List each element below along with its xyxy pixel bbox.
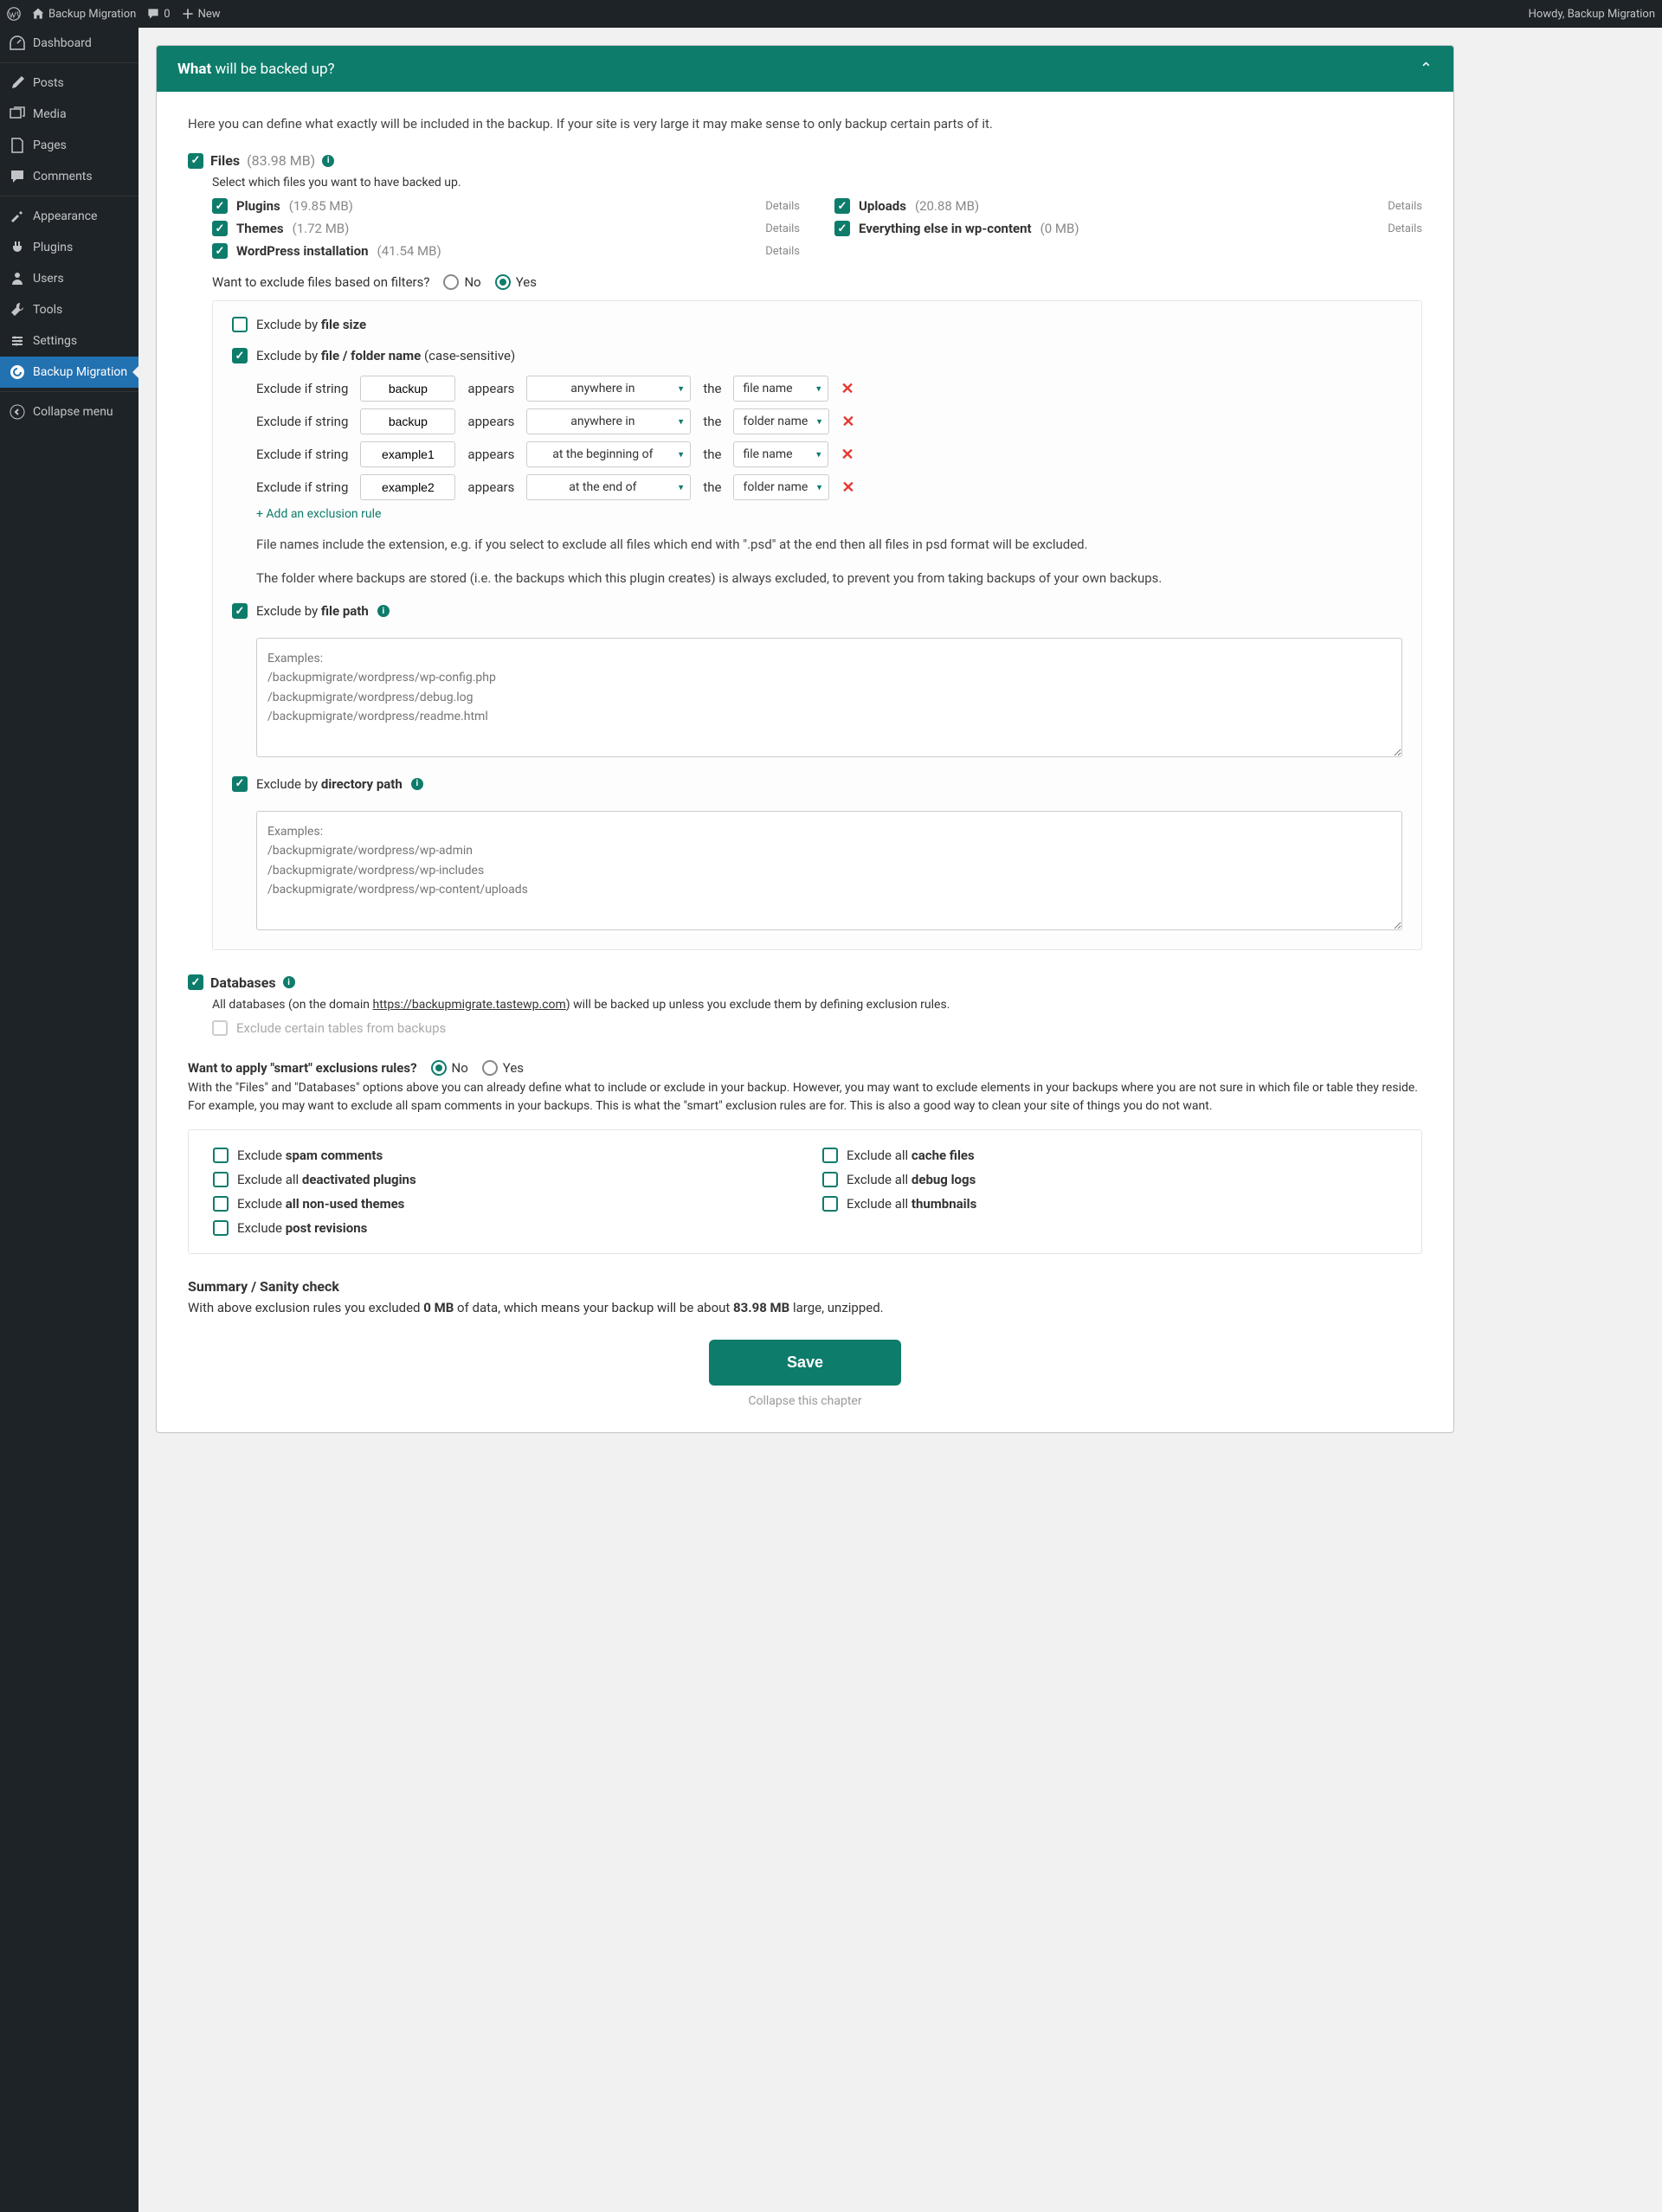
dirpath-textarea[interactable]: [256, 811, 1402, 930]
filters-yes-radio[interactable]: Yes: [495, 274, 537, 290]
smart-deact-checkbox[interactable]: [213, 1172, 229, 1187]
smart-debug-checkbox[interactable]: [822, 1172, 838, 1187]
plugins-details[interactable]: Details: [765, 200, 800, 213]
sidebar-item-dashboard[interactable]: Dashboard: [0, 28, 138, 59]
exclude-name-checkbox[interactable]: [232, 348, 248, 363]
add-rule-link[interactable]: + Add an exclusion rule: [256, 507, 381, 521]
files-checkbox[interactable]: [188, 153, 203, 169]
chevron-up-icon[interactable]: ⌃: [1420, 60, 1433, 78]
rule-target-select[interactable]: folder name: [733, 474, 829, 500]
admin-bar: Backup Migration 0 New Howdy, Backup Mig…: [0, 0, 1662, 28]
exclude-tables-checkbox[interactable]: [212, 1020, 228, 1036]
uploads-details[interactable]: Details: [1388, 200, 1422, 213]
domain-link[interactable]: https://backupmigrate.tastewp.com: [373, 998, 566, 1012]
sidebar-item-pages[interactable]: Pages: [0, 130, 138, 161]
exclude-size-checkbox[interactable]: [232, 317, 248, 332]
sidebar-item-backup-migration[interactable]: Backup Migration: [0, 357, 138, 388]
exclusion-rule: Exclude if string appears anywhere in th…: [256, 408, 1402, 434]
rule-position-select[interactable]: at the beginning of: [526, 441, 691, 467]
remove-rule-icon[interactable]: ✕: [841, 446, 854, 464]
site-name: Backup Migration: [48, 8, 136, 21]
wpinstall-details[interactable]: Details: [765, 245, 800, 258]
files-section: Files (83.98 MB) i: [188, 152, 1422, 169]
sidebar-item-comments[interactable]: Comments: [0, 161, 138, 192]
note-2: The folder where backups are stored (i.e…: [256, 569, 1402, 588]
new-label: New: [198, 8, 221, 21]
exclusion-rule: Exclude if string appears at the beginni…: [256, 441, 1402, 467]
rule-position-select[interactable]: at the end of: [526, 474, 691, 500]
smart-thumb-checkbox[interactable]: [822, 1196, 838, 1212]
main-content: What will be backed up? ⌃ Here you can d…: [138, 28, 1662, 1450]
rule-value-input[interactable]: [360, 376, 455, 402]
filter-question: Want to exclude files based on filters?: [212, 274, 429, 290]
smart-yes-radio[interactable]: Yes: [482, 1060, 524, 1076]
exclusion-rule: Exclude if string appears anywhere in th…: [256, 376, 1402, 402]
info-icon[interactable]: i: [322, 155, 334, 167]
exclusion-rule: Exclude if string appears at the end of …: [256, 474, 1402, 500]
rule-target-select[interactable]: file name: [733, 376, 828, 402]
rule-value-input[interactable]: [360, 474, 455, 500]
sidebar-item-users[interactable]: Users: [0, 263, 138, 294]
admin-sidebar: Dashboard Posts Media Pages Comments App…: [0, 28, 138, 2212]
exclude-dirpath-checkbox[interactable]: [232, 776, 248, 792]
smart-no-radio[interactable]: No: [431, 1060, 468, 1076]
rule-target-select[interactable]: file name: [733, 441, 828, 467]
sidebar-item-settings[interactable]: Settings: [0, 325, 138, 357]
sidebar-item-tools[interactable]: Tools: [0, 294, 138, 325]
save-button[interactable]: Save: [709, 1340, 901, 1386]
filters-no-radio[interactable]: No: [443, 274, 480, 290]
site-name-link[interactable]: Backup Migration: [31, 7, 136, 21]
uploads-checkbox[interactable]: [834, 198, 850, 214]
smart-grid: Exclude spam comments Exclude all cache …: [188, 1129, 1422, 1254]
databases-checkbox[interactable]: [188, 974, 203, 990]
summary-section: Summary / Sanity check With above exclus…: [188, 1278, 1422, 1315]
databases-section: Databases i: [188, 974, 1422, 991]
sidebar-item-media[interactable]: Media: [0, 99, 138, 130]
rule-position-select[interactable]: anywhere in: [526, 408, 691, 434]
databases-helper: All databases (on the domain https://bac…: [212, 998, 1422, 1012]
rule-value-input[interactable]: [360, 441, 455, 467]
wpinstall-checkbox[interactable]: [212, 243, 228, 259]
remove-rule-icon[interactable]: ✕: [841, 413, 854, 431]
smart-spam-checkbox[interactable]: [213, 1148, 229, 1163]
wp-logo[interactable]: [7, 7, 21, 21]
note-1: File names include the extension, e.g. i…: [256, 535, 1402, 555]
sidebar-item-appearance[interactable]: Appearance: [0, 201, 138, 232]
themes-checkbox[interactable]: [212, 221, 228, 236]
exclude-filepath-checkbox[interactable]: [232, 603, 248, 619]
themes-details[interactable]: Details: [765, 222, 800, 235]
sidebar-collapse[interactable]: Collapse menu: [0, 396, 138, 428]
remove-rule-icon[interactable]: ✕: [841, 380, 854, 398]
smart-explain: With the "Files" and "Databases" options…: [188, 1079, 1422, 1116]
comments-link[interactable]: 0: [146, 7, 170, 21]
smart-rev-checkbox[interactable]: [213, 1220, 229, 1236]
howdy-text: Howdy, Backup Migration: [1529, 8, 1655, 21]
filepath-textarea[interactable]: [256, 638, 1402, 757]
everything-details[interactable]: Details: [1388, 222, 1422, 235]
rule-value-input[interactable]: [360, 408, 455, 434]
backup-settings-panel: What will be backed up? ⌃ Here you can d…: [156, 45, 1454, 1433]
howdy-link[interactable]: Howdy, Backup Migration: [1529, 8, 1655, 21]
sidebar-item-plugins[interactable]: Plugins: [0, 232, 138, 263]
rule-target-select[interactable]: folder name: [733, 408, 829, 434]
rule-position-select[interactable]: anywhere in: [526, 376, 691, 402]
everything-checkbox[interactable]: [834, 221, 850, 236]
intro-text: Here you can define what exactly will be…: [188, 116, 1422, 132]
sidebar-item-posts[interactable]: Posts: [0, 68, 138, 99]
remove-rule-icon[interactable]: ✕: [841, 479, 854, 497]
new-link[interactable]: New: [181, 7, 221, 21]
smart-question: Want to apply "smart" exclusions rules?: [188, 1060, 417, 1076]
plugins-checkbox[interactable]: [212, 198, 228, 214]
smart-themes-checkbox[interactable]: [213, 1196, 229, 1212]
collapse-chapter-link[interactable]: Collapse this chapter: [188, 1394, 1422, 1408]
info-icon[interactable]: i: [411, 778, 423, 790]
comments-count: 0: [164, 8, 170, 21]
info-icon[interactable]: i: [283, 976, 295, 988]
panel-header[interactable]: What will be backed up? ⌃: [157, 46, 1453, 92]
info-icon[interactable]: i: [377, 605, 390, 617]
filter-block: Exclude by file size Exclude by file / f…: [212, 300, 1422, 950]
smart-cache-checkbox[interactable]: [822, 1148, 838, 1163]
files-helper: Select which files you want to have back…: [212, 176, 1422, 190]
